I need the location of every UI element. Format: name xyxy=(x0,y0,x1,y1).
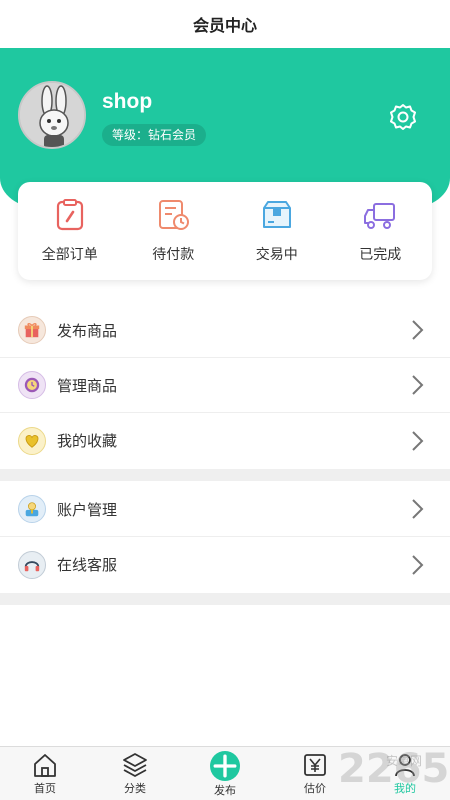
online-service-item[interactable]: 在线客服 xyxy=(0,537,450,592)
heart-icon xyxy=(18,426,46,455)
delivery-truck-icon xyxy=(364,203,396,229)
completed-label: 已完成 xyxy=(359,246,402,262)
user-icon xyxy=(395,754,415,777)
account-management-item[interactable]: 账户管理 xyxy=(0,482,450,537)
my-favorites-item[interactable]: 我的收藏 xyxy=(0,413,450,468)
tab-publish-label: 发布 xyxy=(214,785,236,797)
menu-group-products: 发布商品 管理商品 我的收藏 xyxy=(0,303,450,468)
tab-publish[interactable]: 发布 xyxy=(180,747,270,800)
chevron-right-icon xyxy=(412,499,424,519)
tab-home-label: 首页 xyxy=(34,783,56,795)
rabbit-avatar-icon[interactable] xyxy=(18,81,86,149)
chevron-right-icon xyxy=(412,375,424,395)
section-divider xyxy=(0,469,450,481)
publish-product-label: 发布商品 xyxy=(57,322,118,340)
account-management-label: 账户管理 xyxy=(57,501,118,519)
manage-products-label: 管理商品 xyxy=(57,377,118,395)
package-box-icon xyxy=(262,201,291,228)
yen-icon xyxy=(304,754,326,776)
bottom-tab-bar: 首页 分类 发布 估价 我的 xyxy=(0,746,450,800)
order-status-card: 全部订单 待付款 交易中 已完成 xyxy=(18,182,432,280)
gear-icon[interactable] xyxy=(388,102,418,132)
chevron-right-icon xyxy=(412,430,424,451)
clock-icon xyxy=(18,371,46,399)
tab-category-label: 分类 xyxy=(124,783,146,795)
section-divider xyxy=(0,593,450,605)
layers-icon xyxy=(123,753,147,778)
all-orders-button[interactable]: 全部订单 xyxy=(18,182,122,280)
tab-valuation-label: 估价 xyxy=(304,783,326,795)
headset-icon xyxy=(18,550,46,579)
gift-icon xyxy=(18,316,46,344)
completed-button[interactable]: 已完成 xyxy=(329,182,433,280)
order-clipboard-icon xyxy=(56,199,83,231)
pending-payment-icon xyxy=(159,200,190,230)
plus-icon xyxy=(210,751,240,781)
level-badge: 等级：钻石会员 xyxy=(102,124,207,146)
manage-products-item[interactable]: 管理商品 xyxy=(0,358,450,413)
level-label: 等级： xyxy=(112,128,149,142)
tab-home[interactable]: 首页 xyxy=(0,747,90,800)
online-service-label: 在线客服 xyxy=(57,557,118,574)
in-transaction-button[interactable]: 交易中 xyxy=(225,182,329,280)
tab-mine[interactable]: 我的 xyxy=(360,747,450,800)
pending-payment-label: 待付款 xyxy=(152,246,195,262)
level-value: 钻石会员 xyxy=(148,128,197,142)
page-title: 会员中心 xyxy=(192,18,257,35)
chevron-right-icon xyxy=(412,554,424,575)
tab-valuation[interactable]: 估价 xyxy=(270,747,360,800)
home-icon xyxy=(34,754,56,777)
account-icon xyxy=(18,495,46,523)
menu-group-account: 账户管理 在线客服 xyxy=(0,482,450,592)
tab-category[interactable]: 分类 xyxy=(90,747,180,800)
username: shop xyxy=(102,90,153,113)
publish-product-item[interactable]: 发布商品 xyxy=(0,303,450,358)
top-bar: 会员中心 xyxy=(0,0,450,48)
tab-mine-label: 我的 xyxy=(394,783,416,795)
in-transaction-label: 交易中 xyxy=(255,246,298,262)
chevron-right-icon xyxy=(412,320,424,340)
my-favorites-label: 我的收藏 xyxy=(57,433,118,450)
pending-payment-button[interactable]: 待付款 xyxy=(122,182,226,280)
all-orders-label: 全部订单 xyxy=(41,246,98,262)
